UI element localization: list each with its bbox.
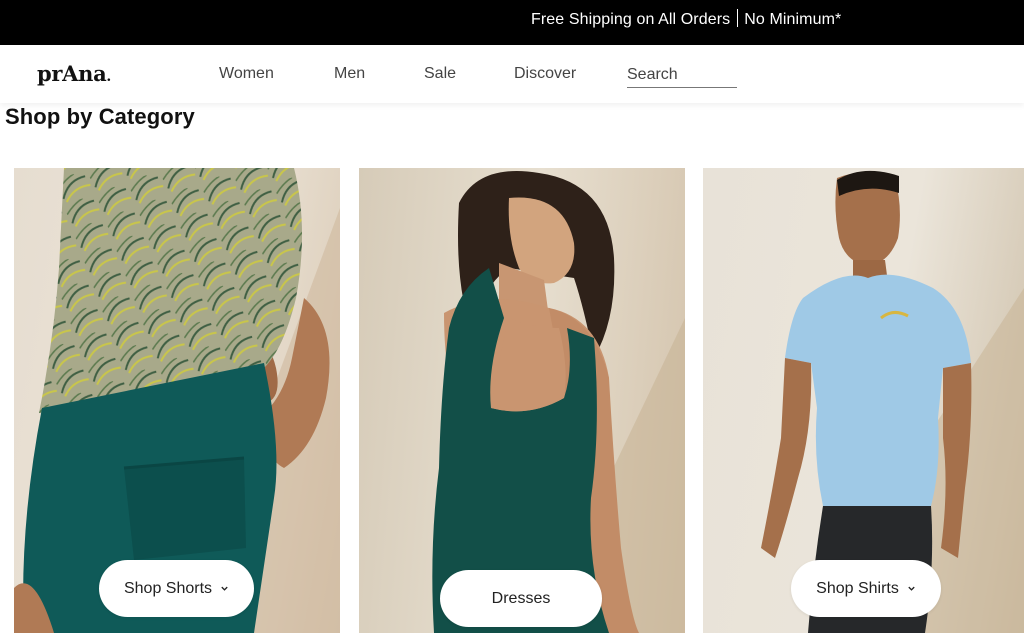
shop-shirts-button[interactable]: Shop Shirts <box>791 560 941 617</box>
promo-text[interactable]: Free Shipping on All Orders No Minimum* <box>531 0 841 45</box>
logo-text: prAna <box>37 61 107 86</box>
nav-discover[interactable]: Discover <box>514 65 576 83</box>
nav-women[interactable]: Women <box>219 65 274 83</box>
category-card-dresses[interactable]: Dresses <box>359 168 685 633</box>
dress-model-image <box>432 171 685 633</box>
shop-shorts-label: Shop Shorts <box>123 579 213 597</box>
shop-shirts-label: Shop Shirts <box>816 579 899 597</box>
search-box <box>627 64 737 88</box>
dresses-label: Dresses <box>491 589 551 607</box>
brand-logo[interactable]: prAna. <box>37 61 111 86</box>
promo-bar: Free Shipping on All Orders No Minimum* <box>0 0 1024 45</box>
shop-shorts-button[interactable]: Shop Shorts <box>99 560 254 617</box>
search-input[interactable] <box>627 64 737 86</box>
promo-divider <box>737 9 739 27</box>
section-title: Shop by Category <box>5 104 195 129</box>
category-card-shirts[interactable]: Shop Shirts <box>703 168 1024 633</box>
chevron-down-icon <box>221 586 228 591</box>
logo-dot: . <box>106 69 111 85</box>
dresses-button[interactable]: Dresses <box>440 570 602 627</box>
promo-free-shipping: Free Shipping on All Orders <box>531 11 731 28</box>
nav-men[interactable]: Men <box>334 65 365 83</box>
nav-sale[interactable]: Sale <box>424 65 456 83</box>
promo-no-minimum: No Minimum* <box>744 11 842 28</box>
site-header: prAna. Women Men Sale Discover <box>0 45 1024 103</box>
chevron-down-icon <box>908 586 915 591</box>
category-card-shorts[interactable]: Shop Shorts <box>14 168 340 633</box>
